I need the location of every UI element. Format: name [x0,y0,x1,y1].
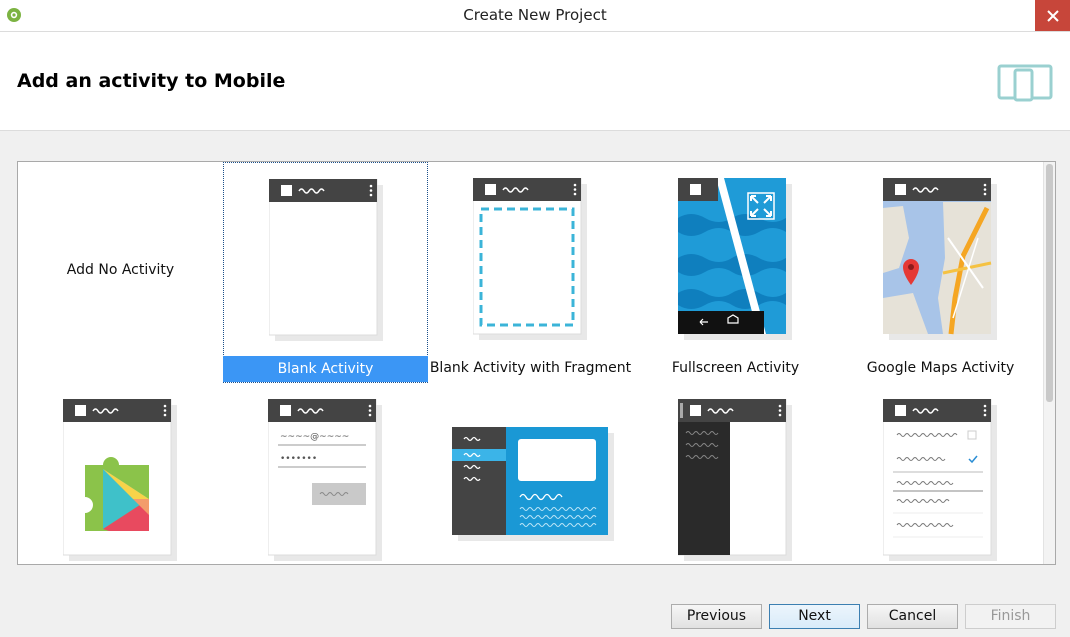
tile-label: Blank Activity with Fragment [429,360,632,376]
tile-login-activity[interactable]: ~~~~@~~~~ ••••••• [223,383,428,564]
previous-button[interactable]: Previous [671,604,762,629]
fullscreen-activity-thumbnail [678,178,792,340]
tile-google-maps-activity[interactable]: Google Maps Activity [838,162,1043,383]
activity-gallery: Add No Activity Blank Activity Blank Act… [17,161,1056,565]
master-detail-thumbnail [452,427,614,541]
wizard-header: Add an activity to Mobile [0,32,1070,131]
tile-label: Fullscreen Activity [671,360,800,376]
page-title: Add an activity to Mobile [17,70,286,92]
maps-activity-thumbnail [883,178,997,340]
fragment-activity-thumbnail [473,178,587,340]
close-button[interactable] [1035,0,1070,31]
navigation-drawer-thumbnail [678,399,792,561]
tile-play-services-activity[interactable] [18,383,223,564]
next-button[interactable]: Next [769,604,860,629]
vertical-scrollbar[interactable] [1043,162,1055,564]
finish-button[interactable]: Finish [965,604,1056,629]
login-activity-thumbnail: ~~~~@~~~~ ••••••• [268,399,382,561]
phone-tablet-icon [997,64,1053,102]
blank-activity-thumbnail [269,179,383,341]
title-bar: Create New Project [0,0,1070,32]
tile-blank-activity-with-fragment[interactable]: Blank Activity with Fragment [428,162,633,383]
scrollbar-thumb[interactable] [1046,164,1053,402]
window-title: Create New Project [463,6,607,24]
cancel-button[interactable]: Cancel [867,604,958,629]
tile-label: Add No Activity [66,262,175,278]
play-services-thumbnail [63,399,177,561]
tile-blank-activity[interactable]: Blank Activity [223,162,428,383]
tile-add-no-activity[interactable]: Add No Activity [18,162,223,383]
settings-activity-thumbnail [883,399,997,561]
password-hint: ••••••• [280,454,317,464]
tile-label: Google Maps Activity [866,360,1015,376]
tile-label: Blank Activity [223,356,428,382]
close-icon [1046,9,1059,22]
tile-fullscreen-activity[interactable]: Fullscreen Activity [633,162,838,383]
email-hint: ~~~~@~~~~ [280,432,349,442]
tile-settings-activity[interactable] [838,383,1043,564]
tile-navigation-drawer-activity[interactable] [633,383,838,564]
tile-master-detail-flow[interactable] [428,383,633,564]
